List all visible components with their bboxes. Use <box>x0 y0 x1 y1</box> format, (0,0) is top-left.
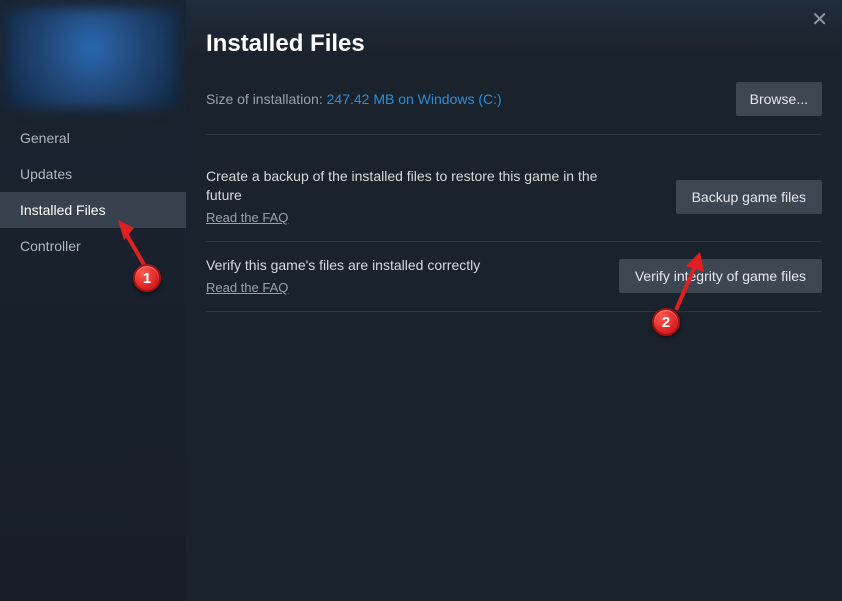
annotation-marker-1: 1 <box>133 264 161 292</box>
install-size-text: Size of installation: 247.42 MB on Windo… <box>206 91 502 107</box>
backup-game-files-button[interactable]: Backup game files <box>676 180 822 214</box>
verify-faq-link[interactable]: Read the FAQ <box>206 280 288 295</box>
page-title: Installed Files <box>206 30 822 58</box>
verify-integrity-button[interactable]: Verify integrity of game files <box>619 259 822 293</box>
sidebar-item-controller[interactable]: Controller <box>0 228 186 264</box>
sidebar-item-general[interactable]: General <box>0 120 186 156</box>
annotation-marker-2: 2 <box>652 308 680 336</box>
install-size-prefix: Size of installation: <box>206 91 327 107</box>
sidebar-item-installed-files[interactable]: Installed Files <box>0 192 186 228</box>
properties-window: General Updates Installed Files Controll… <box>0 0 842 601</box>
browse-button[interactable]: Browse... <box>736 82 822 116</box>
verify-row: Verify this game's files are installed c… <box>206 242 822 312</box>
game-banner <box>6 8 178 108</box>
install-size-row: Size of installation: 247.42 MB on Windo… <box>206 82 822 135</box>
backup-faq-link[interactable]: Read the FAQ <box>206 210 288 225</box>
close-icon[interactable]: ✕ <box>811 10 828 30</box>
sidebar-item-updates[interactable]: Updates <box>0 156 186 192</box>
install-location-link[interactable]: 247.42 MB on Windows (C:) <box>327 91 502 107</box>
backup-row: Create a backup of the installed files t… <box>206 153 822 242</box>
annotation-arrow-2 <box>670 250 710 320</box>
verify-description: Verify this game's files are installed c… <box>206 256 480 275</box>
backup-description: Create a backup of the installed files t… <box>206 167 636 205</box>
main-panel: ✕ Installed Files Size of installation: … <box>186 0 842 601</box>
